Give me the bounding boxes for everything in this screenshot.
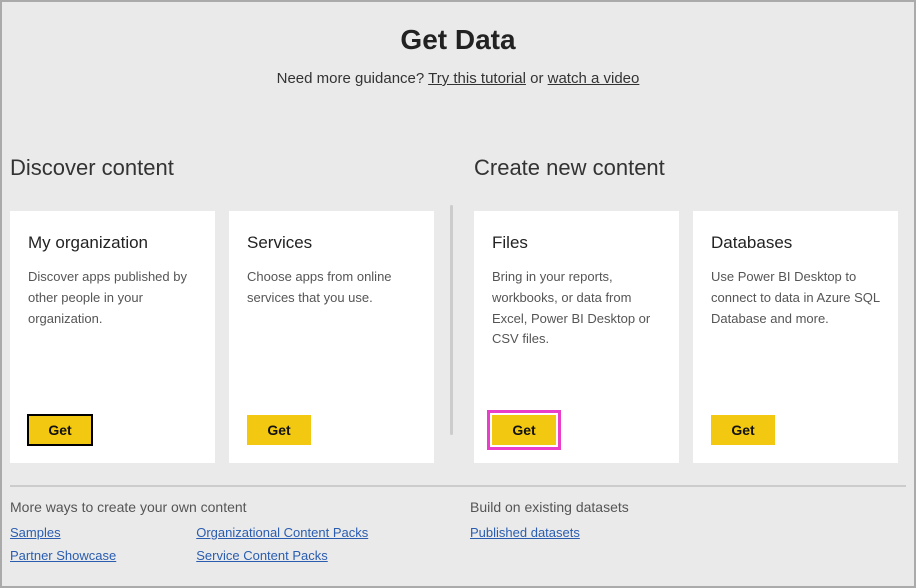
discover-section: Discover content My organization Discove… [10,155,450,463]
section-divider [450,205,453,435]
card-title-my-organization: My organization [28,233,197,253]
get-button-files[interactable]: Get [492,415,556,445]
card-services: Services Choose apps from online service… [229,211,434,463]
get-button-my-organization[interactable]: Get [28,415,92,445]
partner-showcase-link[interactable]: Partner Showcase [10,548,116,563]
org-content-packs-link[interactable]: Organizational Content Packs [196,525,368,540]
subtitle: Need more guidance? Try this tutorial or… [2,70,914,87]
card-files: Files Bring in your reports, workbooks, … [474,211,679,463]
card-desc-files: Bring in your reports, workbooks, or dat… [492,267,661,350]
build-existing-column: Build on existing datasets Published dat… [446,499,906,563]
samples-link[interactable]: Samples [10,525,116,540]
card-title-databases: Databases [711,233,880,253]
card-desc-services: Choose apps from online services that yo… [247,267,416,309]
build-existing-heading: Build on existing datasets [470,499,906,515]
page-title: Get Data [2,24,914,56]
create-section: Create new content Files Bring in your r… [450,155,906,463]
horizontal-divider [10,485,906,487]
discover-title: Discover content [10,155,442,181]
subtitle-prefix: Need more guidance? [277,70,429,87]
published-datasets-link[interactable]: Published datasets [470,525,906,540]
more-ways-column: More ways to create your own content Sam… [10,499,446,563]
get-button-databases[interactable]: Get [711,415,775,445]
create-title: Create new content [474,155,906,181]
video-link[interactable]: watch a video [548,70,640,87]
card-desc-my-organization: Discover apps published by other people … [28,267,197,329]
card-my-organization: My organization Discover apps published … [10,211,215,463]
service-content-packs-link[interactable]: Service Content Packs [196,548,368,563]
tutorial-link[interactable]: Try this tutorial [428,70,526,87]
card-databases: Databases Use Power BI Desktop to connec… [693,211,898,463]
get-button-services[interactable]: Get [247,415,311,445]
card-desc-databases: Use Power BI Desktop to connect to data … [711,267,880,329]
subtitle-mid: or [526,70,548,87]
card-title-files: Files [492,233,661,253]
card-title-services: Services [247,233,416,253]
more-ways-heading: More ways to create your own content [10,499,446,515]
